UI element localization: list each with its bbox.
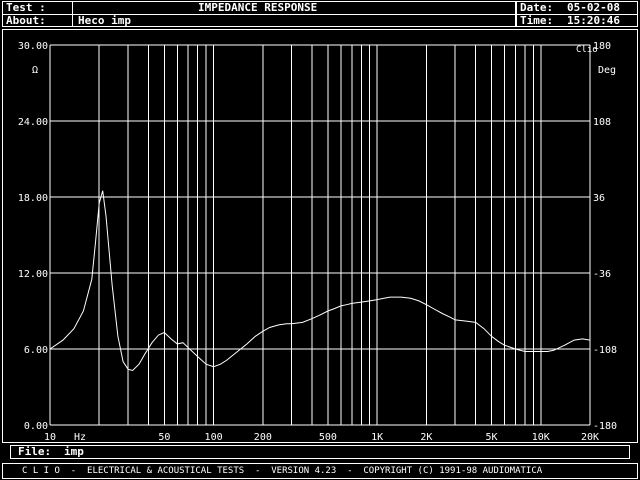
chart-grid [49, 44, 591, 426]
file-bar [10, 445, 630, 459]
y-tick-label: 0.00 [24, 421, 48, 432]
y2-tick-label: -180 [593, 421, 617, 432]
y2-tick-label: -36 [593, 269, 611, 280]
right-unit-label: Deg [598, 65, 616, 76]
impedance-curve [49, 190, 591, 372]
y2-tick-label: 108 [593, 117, 611, 128]
x-tick-label: 100 [205, 432, 223, 443]
y-tick-label: 24.00 [18, 117, 48, 128]
chart-axis-labels: 0.00 -180 6.00 -108 12.00 -36 18.00 36 24.00 108 3… [18, 41, 617, 443]
y-tick-label: 12.00 [18, 269, 48, 280]
x-tick-label: 200 [254, 432, 272, 443]
x-tick-label: 2K [420, 432, 432, 443]
left-unit-label: Ω [32, 65, 38, 76]
y-tick-label: 18.00 [18, 193, 48, 204]
y2-tick-label: 36 [593, 193, 605, 204]
x-tick-label: 20K [581, 432, 599, 443]
file-value: imp [64, 445, 84, 458]
x-tick-label: 10K [532, 432, 550, 443]
y-tick-label: 6.00 [24, 345, 48, 356]
file-label: File: [18, 445, 52, 458]
x-tick-label: 500 [319, 432, 337, 443]
clio-logo: Clio [576, 45, 598, 55]
hz-unit-label: Hz [74, 432, 86, 443]
x-tick-label: 1K [371, 432, 383, 443]
x-tick-label: 50 [158, 432, 170, 443]
y2-tick-label: -108 [593, 345, 617, 356]
impedance-chart: 0.00 -180 6.00 -108 12.00 -36 18.00 36 24.00 108 3… [18, 41, 617, 443]
x-tick-label: 5K [485, 432, 497, 443]
x-tick-label: 10 [44, 432, 56, 443]
y-tick-label: 30.00 [18, 41, 48, 52]
status-line: C L I O - ELECTRICAL & ACOUSTICAL TESTS … [22, 466, 543, 476]
